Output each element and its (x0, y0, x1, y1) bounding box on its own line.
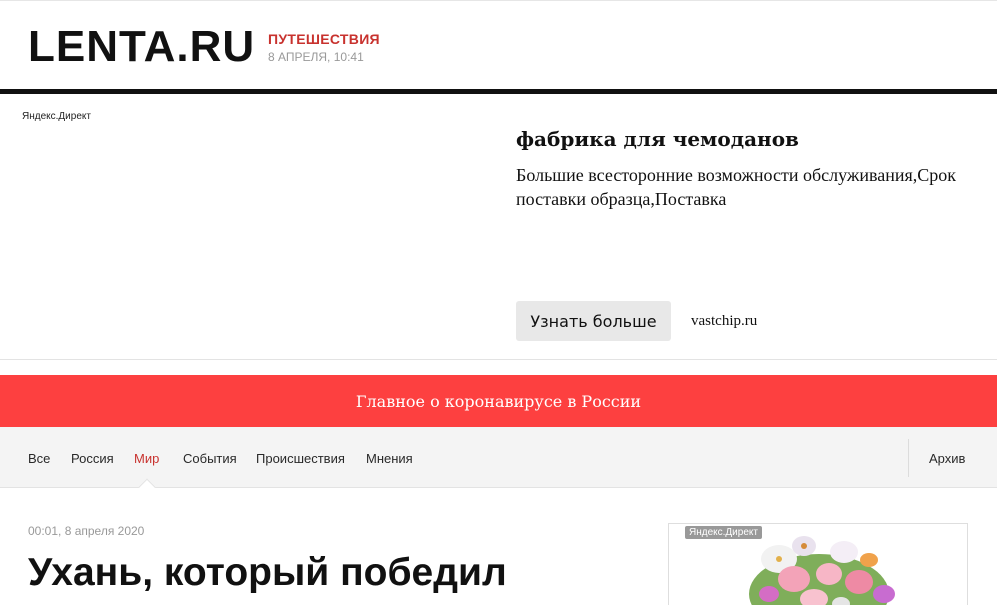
coronavirus-banner-text: Главное о коронавирусе в России (355, 391, 642, 411)
nav-item-russia[interactable]: Россия (71, 451, 114, 467)
ad-block[interactable]: Яндекс.Директ фабрика для чемоданов Боль… (0, 94, 997, 360)
nav-item-events[interactable]: События (183, 451, 237, 467)
article-timestamp: 00:01, 8 апреля 2020 (28, 524, 145, 538)
site-header: LENTA.RU ПУТЕШЕСТВИЯ 8 АПРЕЛЯ, 10:41 (0, 0, 997, 94)
side-ad[interactable]: Яндекс.Директ (668, 523, 968, 605)
coronavirus-banner[interactable]: Главное о коронавирусе в России (0, 375, 997, 427)
nav-divider (908, 439, 909, 477)
ad-domain-link[interactable]: vastchip.ru (691, 313, 757, 330)
nav-item-incidents[interactable]: Происшествия (256, 451, 345, 467)
side-ad-label: Яндекс.Директ (685, 526, 762, 539)
nav-item-all[interactable]: Все (28, 451, 50, 467)
nav-item-world[interactable]: Мир (134, 451, 159, 467)
learn-more-button[interactable]: Узнать больше (516, 301, 671, 341)
ad-text[interactable]: Большие всесторонние возможности обслужи… (516, 163, 956, 211)
section-date: 8 АПРЕЛЯ, 10:41 (268, 50, 364, 64)
ad-label[interactable]: Яндекс.Директ (22, 111, 91, 122)
article-title: Ухань, который победил (28, 551, 507, 594)
section-name[interactable]: ПУТЕШЕСТВИЯ (268, 31, 380, 48)
section-info: ПУТЕШЕСТВИЯ 8 АПРЕЛЯ, 10:41 (268, 31, 380, 65)
nav-item-archive[interactable]: Архив (929, 451, 965, 467)
site-logo[interactable]: LENTA.RU (28, 23, 255, 71)
rubric-nav: Все Россия Мир События Происшествия Мнен… (0, 427, 997, 496)
active-indicator-arrow (138, 478, 156, 496)
ad-title[interactable]: фабрика для чемоданов (516, 125, 956, 153)
nav-item-opinions[interactable]: Мнения (366, 451, 413, 467)
